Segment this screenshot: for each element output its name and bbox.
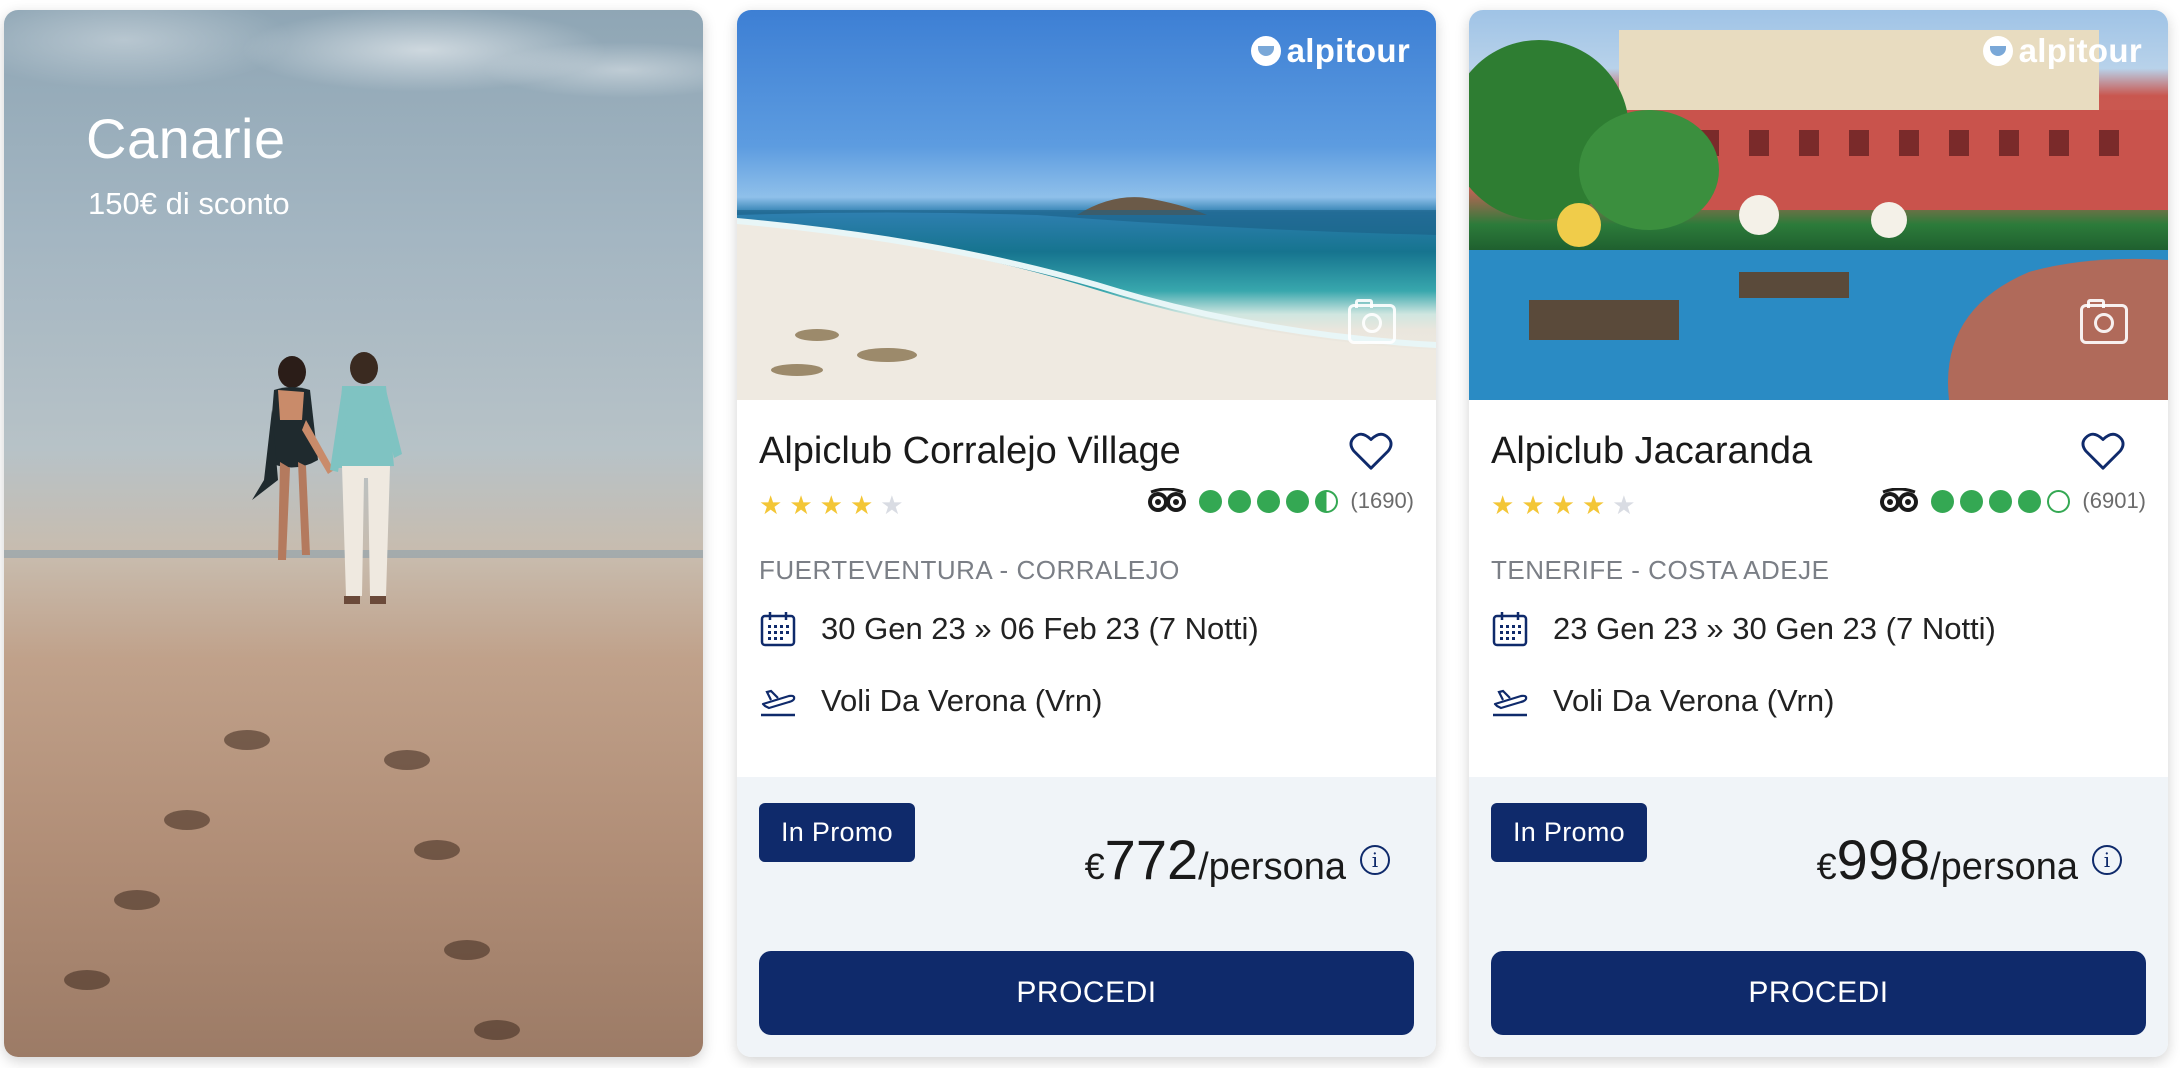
plane-icon <box>1493 689 1528 717</box>
alpitour-logo: alpitour <box>1982 32 2142 70</box>
footprint <box>384 750 430 770</box>
calendar-icon <box>1492 612 1528 647</box>
price: € 998 /persona i <box>1817 827 2122 892</box>
star-icon: ★ <box>789 490 813 520</box>
rating-bubble <box>1199 489 1223 513</box>
hotel-card[interactable]: alpitour Alpiclub Corralejo Village ★ ★ … <box>737 10 1436 1057</box>
promo-title: Canarie <box>86 107 286 170</box>
price-amount: 998 <box>1836 828 1931 891</box>
camera-icon[interactable] <box>1348 299 1396 344</box>
price-currency: € <box>1084 846 1105 887</box>
footprint <box>224 730 270 750</box>
hotel-photo[interactable]: alpitour <box>1469 10 2168 400</box>
tripadvisor-owl-icon <box>1148 488 1187 512</box>
alpitour-logo-mark <box>1982 36 2013 66</box>
calendar-icon <box>760 612 796 647</box>
plane-icon <box>761 689 796 717</box>
star-icon: ★ <box>1551 490 1575 520</box>
rating-bubble <box>2018 489 2042 513</box>
tripadvisor-owl-icon <box>1880 488 1919 512</box>
flight-info: Voli Da Verona (Vrn) <box>1491 682 1834 720</box>
star-icon: ★ <box>819 490 843 520</box>
dates-text: 23 Gen 23 » 30 Gen 23 (7 Notti) <box>1553 611 1996 646</box>
flight-text: Voli Da Verona (Vrn) <box>1553 683 1835 718</box>
info-icon[interactable]: i <box>2092 844 2122 875</box>
alpitour-logo-text: alpitour <box>1286 32 1410 69</box>
rating-bubble <box>1228 489 1252 513</box>
star-icon: ★ <box>1612 490 1636 520</box>
star-icon: ★ <box>759 490 783 520</box>
travel-dates: 23 Gen 23 » 30 Gen 23 (7 Notti) <box>1491 610 1996 648</box>
flight-text: Voli Da Verona (Vrn) <box>821 683 1103 718</box>
price-currency: € <box>1816 846 1837 887</box>
promo-card-canarie[interactable]: Canarie 150€ di sconto <box>4 10 703 1057</box>
star-rating: ★ ★ ★ ★ ★ <box>759 492 904 518</box>
footprint <box>64 970 110 990</box>
footprint <box>114 890 160 910</box>
promo-badge: In Promo <box>1491 803 1647 862</box>
footprint <box>164 810 210 830</box>
camera-icon[interactable] <box>2080 299 2128 344</box>
star-icon: ★ <box>880 490 904 520</box>
hotel-name[interactable]: Alpiclub Jacaranda <box>1491 430 1812 473</box>
procedi-button[interactable]: PROCEDI <box>1491 951 2146 1035</box>
rating-bubble <box>1931 489 1955 513</box>
rating-bubble <box>1286 489 1310 513</box>
star-icon: ★ <box>849 490 874 520</box>
star-icon: ★ <box>1521 490 1545 520</box>
heart-icon[interactable] <box>1348 430 1394 472</box>
review-count: (1690) <box>1350 488 1414 513</box>
alpitour-logo-mark <box>1250 36 1281 66</box>
footprint <box>414 840 460 860</box>
price-unit: /persona <box>1930 846 2078 888</box>
star-icon: ★ <box>1581 490 1606 520</box>
hotel-card[interactable]: alpitour Alpiclub Jacaranda ★ ★ ★ ★ ★ (6… <box>1469 10 2168 1057</box>
rating-bubble-empty <box>2047 489 2071 513</box>
card-footer: In Promo € 772 /persona i PROCEDI <box>737 777 1436 1057</box>
promo-subtitle: 150€ di sconto <box>88 186 290 221</box>
hotel-photo[interactable]: alpitour <box>737 10 1436 400</box>
footprint <box>474 1020 520 1040</box>
price-unit: /persona <box>1198 846 1346 888</box>
tripadvisor-rating[interactable]: (6901) <box>1879 488 2146 514</box>
hotel-location: TENERIFE - COSTA ADEJE <box>1491 555 1830 585</box>
info-icon[interactable]: i <box>1360 844 1390 875</box>
price-amount: 772 <box>1104 828 1199 891</box>
star-icon: ★ <box>1491 490 1515 520</box>
alpitour-logo-text: alpitour <box>2018 32 2142 69</box>
rating-bubble <box>1257 489 1281 513</box>
rating-bubble-half <box>1315 489 1339 513</box>
star-rating: ★ ★ ★ ★ ★ <box>1491 492 1636 518</box>
price: € 772 /persona i <box>1085 827 1390 892</box>
rating-bubble <box>1989 489 2013 513</box>
card-details: Alpiclub Jacaranda ★ ★ ★ ★ ★ (6901) TENE… <box>1469 400 2168 777</box>
travel-dates: 30 Gen 23 » 06 Feb 23 (7 Notti) <box>759 610 1259 648</box>
dates-text: 30 Gen 23 » 06 Feb 23 (7 Notti) <box>821 611 1259 646</box>
hotel-location: FUERTEVENTURA - CORRALEJO <box>759 555 1180 585</box>
tripadvisor-rating[interactable]: (1690) <box>1147 488 1414 514</box>
hotel-name[interactable]: Alpiclub Corralejo Village <box>759 430 1181 473</box>
couple-walking-illustration <box>252 352 402 604</box>
procedi-button[interactable]: PROCEDI <box>759 951 1414 1035</box>
heart-icon[interactable] <box>2080 430 2126 472</box>
review-count: (6901) <box>2082 488 2146 513</box>
flight-info: Voli Da Verona (Vrn) <box>759 682 1102 720</box>
alpitour-logo: alpitour <box>1250 32 1410 70</box>
rating-bubble <box>1960 489 1984 513</box>
card-footer: In Promo € 998 /persona i PROCEDI <box>1469 777 2168 1057</box>
sky-background <box>4 10 703 340</box>
card-details: Alpiclub Corralejo Village ★ ★ ★ ★ ★ (16… <box>737 400 1436 777</box>
footprint <box>444 940 490 960</box>
promo-badge: In Promo <box>759 803 915 862</box>
